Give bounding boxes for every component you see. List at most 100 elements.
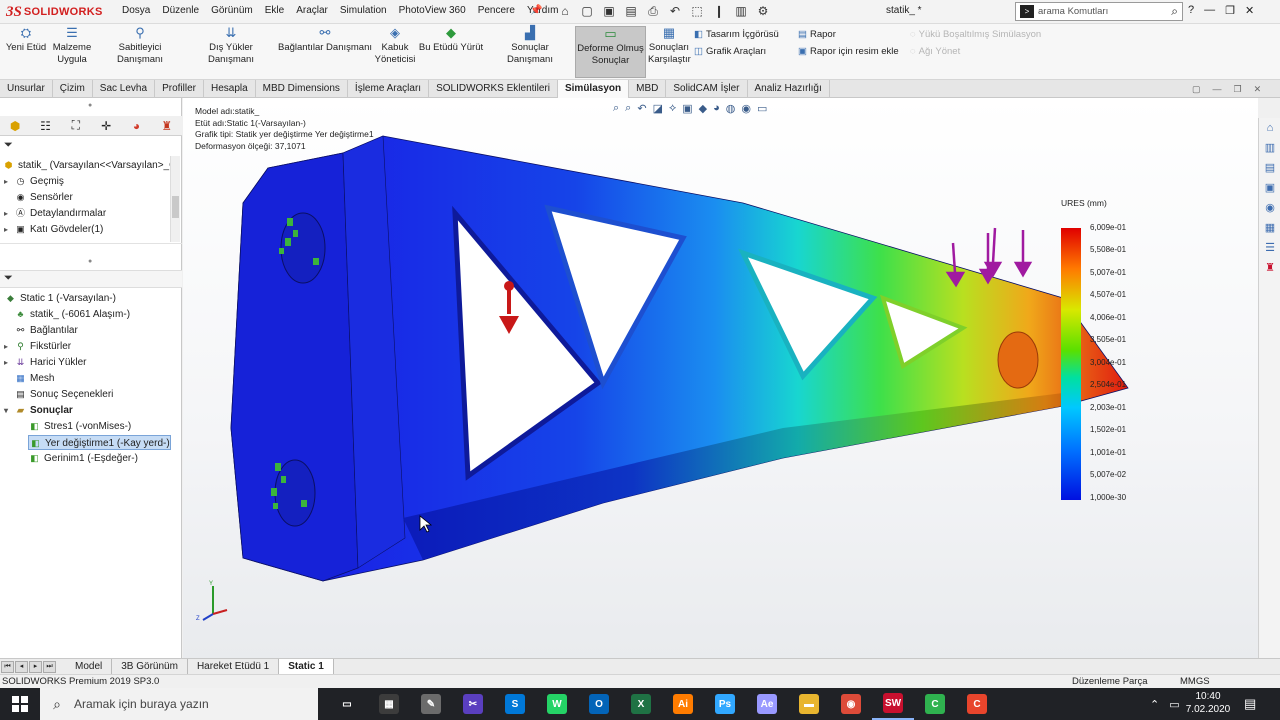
tree-item-kati-govdeler[interactable]: ▸ ▣ Katı Gövdeler(1) xyxy=(4,222,103,237)
taskbar-after-effects-button[interactable]: Ae xyxy=(746,688,788,720)
tab-profiller[interactable]: Profiller xyxy=(155,80,204,98)
unloaded-simulation-button[interactable]: ◌ Yükü Boşaltılmış Simülasyon xyxy=(910,29,1041,40)
taskbar-search-input[interactable]: Aramak için buraya yazın xyxy=(74,697,209,711)
open-folder-icon[interactable]: ▣ xyxy=(600,3,618,19)
tree-item-detaylandirmalar[interactable]: ▸ Ⓐ Detaylandırmalar xyxy=(4,206,106,221)
file-explorer-icon[interactable]: ▣ xyxy=(1259,178,1280,198)
configurationmanager-tab-icon[interactable]: ⛶ xyxy=(67,118,85,133)
search-icon[interactable]: ⌕ xyxy=(1171,4,1178,19)
graphics-viewport[interactable]: Model adı:statik_ Etüt adı:Static 1(-Var… xyxy=(183,98,1258,658)
fixtures-advisor-button[interactable]: ⚲ Sabitleyici Danışmanı xyxy=(96,26,184,66)
tree-item-gecmis[interactable]: ▸ ◷ Geçmiş xyxy=(4,174,64,189)
viewport-restore-icon[interactable]: ❐ xyxy=(1234,84,1242,95)
menu-duzenle[interactable]: Düzenle xyxy=(162,5,199,16)
expand-arrow-icon[interactable]: ▸ xyxy=(4,339,14,354)
add-image-report-button[interactable]: ▣ Rapor için resim ekle xyxy=(798,46,899,57)
tree-sim-part[interactable]: ♣ statik_ (-6061 Alaşım-) xyxy=(14,307,131,322)
view-palette-icon[interactable]: ◉ xyxy=(1259,198,1280,218)
filter-icon[interactable]: ⏷ xyxy=(4,272,13,285)
new-study-button[interactable]: ⛭ Yeni Etüd xyxy=(4,26,48,54)
menu-ekle[interactable]: Ekle xyxy=(265,5,284,16)
tab-3b-gorunum[interactable]: 3B Görünüm xyxy=(112,658,188,675)
external-loads-advisor-button[interactable]: ⇊ Dış Yükler Danışmanı xyxy=(186,26,276,66)
propertymanager-tab-icon[interactable]: ☷ xyxy=(36,119,54,133)
dimxpert-tab-icon[interactable]: ✛ xyxy=(97,119,115,133)
tree-result-strain[interactable]: ◧ Gerinim1 (-Eşdeğer-) xyxy=(28,451,138,466)
deformed-result-button[interactable]: ▭ Deforme Olmuş Sonuçlar xyxy=(575,26,646,78)
system-clock[interactable]: 10:40 7.02.2020 xyxy=(1182,690,1234,716)
pane-splitter-icon[interactable]: ● xyxy=(88,102,92,109)
featuremanager-tab-icon[interactable]: ⬢ xyxy=(6,119,24,133)
menu-gorunum[interactable]: Görünüm xyxy=(211,5,253,16)
unit-system-selector[interactable]: MMGS xyxy=(1180,676,1210,687)
print-icon[interactable]: ⎙ xyxy=(644,3,662,19)
select-cursor-icon[interactable]: ⬚ xyxy=(688,3,706,19)
taskbar-paint-button[interactable]: ✎ xyxy=(410,688,452,720)
file-properties-icon[interactable]: ▥ xyxy=(732,3,750,19)
expand-arrow-icon[interactable]: ▸ xyxy=(4,222,14,237)
pin-icon[interactable]: 📌 xyxy=(530,5,542,16)
network-icon[interactable]: ▭ xyxy=(1169,698,1179,711)
design-insight-button[interactable]: ◧ Tasarım İçgörüsü xyxy=(694,29,779,40)
taskbar-photoshop-button[interactable]: Ps xyxy=(704,688,746,720)
pane-splitter-icon[interactable]: ● xyxy=(88,258,92,265)
search-commands-box[interactable]: > arama Komutları ⌕ xyxy=(1015,2,1183,21)
run-study-button[interactable]: ◆ Bu Etüdü Yürüt xyxy=(418,26,484,54)
first-tab-icon[interactable]: ⏮ xyxy=(1,660,14,673)
taskbar-search-box[interactable]: ⌕ Aramak için buraya yazın xyxy=(40,688,318,720)
tree-sim-root[interactable]: ◆ Static 1 (-Varsayılan-) xyxy=(4,291,116,306)
apply-material-button[interactable]: ☰ Malzeme Uygula xyxy=(50,26,94,66)
minimize-icon[interactable]: — xyxy=(1204,4,1215,17)
camworks-tab-icon[interactable]: ♜ xyxy=(158,119,176,133)
tree-sim-harici-yukler[interactable]: ▸ ⇊ Harici Yükler xyxy=(4,355,87,370)
expand-arrow-icon[interactable]: ▸ xyxy=(4,355,14,370)
tile-icon[interactable]: ▢ xyxy=(1192,84,1201,95)
taskbar-snip-button[interactable]: ✂ xyxy=(452,688,494,720)
save-icon[interactable]: ▤ xyxy=(622,3,640,19)
tray-chevron-icon[interactable]: ⌃ xyxy=(1150,698,1159,711)
taskbar-whatsapp-button[interactable]: W xyxy=(536,688,578,720)
tree-scrollbar[interactable] xyxy=(170,156,180,242)
taskbar-calculator-button[interactable]: ▦ xyxy=(368,688,410,720)
custom-properties-icon[interactable]: ☰ xyxy=(1259,238,1280,258)
taskbar-illustrator-button[interactable]: Ai xyxy=(662,688,704,720)
tab-solidworks-eklentileri[interactable]: SOLIDWORKS Eklentileri xyxy=(429,80,558,98)
menu-simulation[interactable]: Simulation xyxy=(340,5,387,16)
tree-sim-sonuc-secenekleri[interactable]: ▤ Sonuç Seçenekleri xyxy=(14,387,113,402)
appearances-icon[interactable]: ▦ xyxy=(1259,218,1280,238)
menu-pencere[interactable]: Pencere xyxy=(478,5,515,16)
options-gear-icon[interactable]: ⚙ xyxy=(754,3,772,19)
tab-static-1[interactable]: Static 1 xyxy=(279,658,334,675)
tab-isleme-araclari[interactable]: İşleme Araçları xyxy=(348,80,430,98)
tab-hareket-etudu[interactable]: Hareket Etüdü 1 xyxy=(188,658,280,675)
scrollbar-thumb[interactable] xyxy=(172,196,179,218)
close-icon[interactable]: ✕ xyxy=(1245,4,1254,17)
expand-arrow-icon[interactable]: ▸ xyxy=(4,174,14,189)
tab-cizim[interactable]: Çizim xyxy=(53,80,93,98)
taskbar-outlook-button[interactable]: O xyxy=(578,688,620,720)
taskbar-chrome-button[interactable]: ◉ xyxy=(830,688,872,720)
restore-icon[interactable]: ❐ xyxy=(1225,4,1235,17)
tab-sac-levha[interactable]: Sac Levha xyxy=(93,80,156,98)
taskbar-excel-button[interactable]: X xyxy=(620,688,662,720)
results-advisor-button[interactable]: ▟ Sonuçlar Danışmanı xyxy=(488,26,572,66)
menu-dosya[interactable]: Dosya xyxy=(122,5,150,16)
tree-sim-fiksturler[interactable]: ▸ ⚲ Fikstürler xyxy=(4,339,71,354)
start-button[interactable] xyxy=(0,688,40,720)
tree-sim-baglantilar[interactable]: ⚯ Bağlantılar xyxy=(14,323,78,338)
tab-analiz-hazirligi[interactable]: Analiz Hazırlığı xyxy=(748,80,830,98)
expand-arrow-icon[interactable]: ▸ xyxy=(4,206,14,221)
tree-sim-sonuclar[interactable]: ▾ ▰ Sonuçlar xyxy=(4,403,73,418)
taskbar-camtasia-recorder-button[interactable]: C xyxy=(956,688,998,720)
viewport-close-icon[interactable]: ✕ xyxy=(1254,84,1262,95)
resources-icon[interactable]: ▥ xyxy=(1259,138,1280,158)
viewport-minimize-icon[interactable]: — xyxy=(1213,84,1222,95)
tab-model[interactable]: Model xyxy=(66,658,113,675)
last-tab-icon[interactable]: ⏭ xyxy=(43,660,56,673)
compare-results-button[interactable]: ▦ Sonuçları Karşılaştır xyxy=(648,26,691,66)
tree-result-stress[interactable]: ◧ Stres1 (-vonMises-) xyxy=(28,419,131,434)
taskbar-file-explorer-button[interactable]: ▬ xyxy=(788,688,830,720)
shell-manager-button[interactable]: ◈ Kabuk Yöneticisi xyxy=(374,26,416,66)
tab-mbd[interactable]: MBD xyxy=(629,80,667,98)
taskbar-camtasia-button[interactable]: C xyxy=(914,688,956,720)
